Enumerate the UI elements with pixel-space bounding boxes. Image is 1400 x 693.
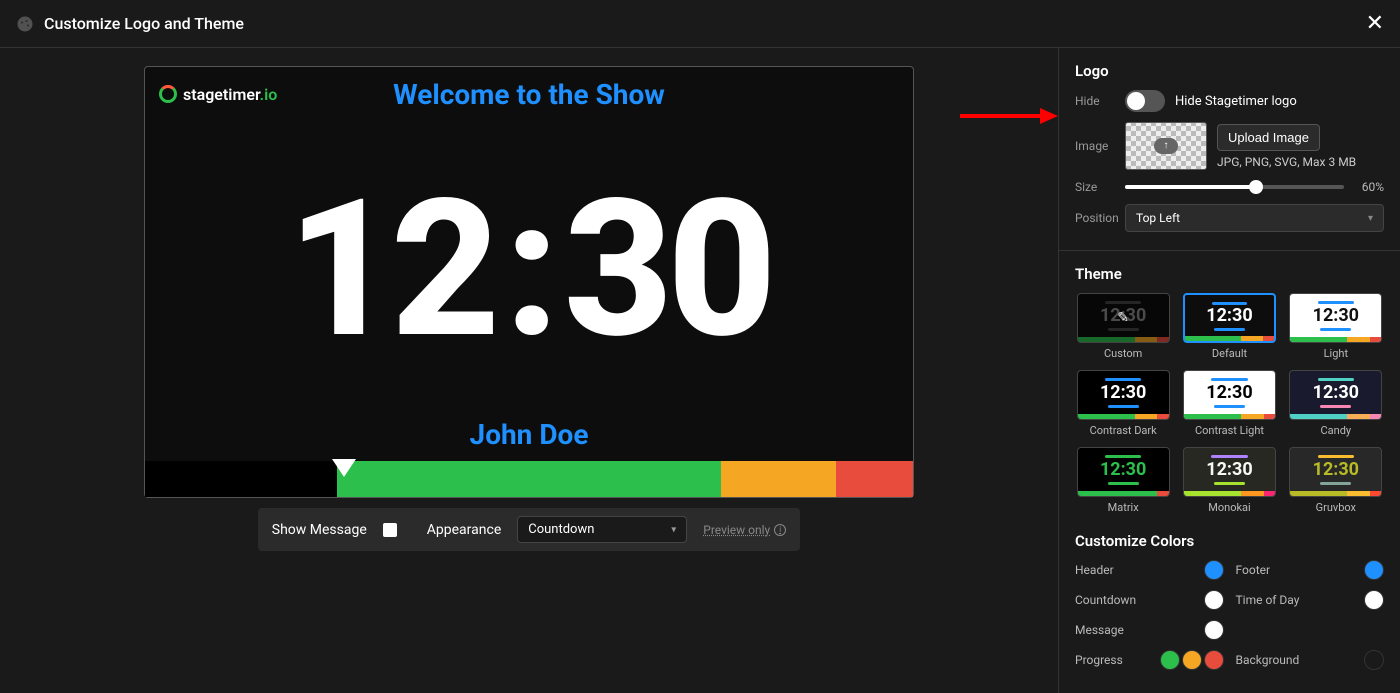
preview-progress-bar [145, 461, 913, 497]
color-row-progress: Progress [1075, 650, 1224, 670]
theme-name: Default [1212, 347, 1247, 360]
theme-option-contrast-light[interactable]: 12:30Contrast Light [1181, 370, 1277, 437]
timer-preview: stagetimer.io Welcome to the Show 12:30 … [144, 66, 914, 498]
time-seconds: 30 [564, 159, 771, 381]
appearance-value: Countdown [528, 522, 594, 537]
settings-panel: Logo Hide Hide Stagetimer logo Image Upl… [1058, 48, 1400, 693]
color-label: Progress [1075, 653, 1123, 667]
theme-option-monokai[interactable]: 12:30Monokai [1181, 447, 1277, 514]
logo-section-title: Logo [1075, 62, 1384, 80]
info-icon: i [774, 524, 786, 536]
chevron-down-icon: ▾ [1368, 213, 1373, 224]
theme-section-title: Theme [1075, 265, 1384, 283]
color-swatch[interactable] [1364, 650, 1384, 670]
modal-header: Customize Logo and Theme ✕ [0, 0, 1400, 48]
color-row-header: Header [1075, 560, 1224, 580]
color-swatch[interactable] [1364, 560, 1384, 580]
theme-option-custom[interactable]: 12:30✎Custom [1075, 293, 1171, 360]
position-select[interactable]: Top Left ▾ [1125, 204, 1384, 232]
color-label: Footer [1236, 563, 1271, 577]
modal-title: Customize Logo and Theme [44, 14, 244, 33]
colors-section-title: Customize Colors [1075, 532, 1384, 550]
image-dropzone[interactable] [1125, 122, 1207, 170]
theme-option-contrast-dark[interactable]: 12:30Contrast Dark [1075, 370, 1171, 437]
logo-section: Logo Hide Hide Stagetimer logo Image Upl… [1075, 62, 1384, 232]
theme-name: Candy [1321, 424, 1352, 437]
show-message-label: Show Message [272, 522, 367, 538]
preview-footer-text: John Doe [145, 418, 913, 461]
preview-time: 12:30 [287, 175, 771, 365]
color-swatch[interactable] [1204, 560, 1224, 580]
annotation-arrow [960, 108, 1058, 124]
theme-option-default[interactable]: 12:30Default [1181, 293, 1277, 360]
color-swatch[interactable] [1160, 650, 1180, 670]
position-value: Top Left [1136, 211, 1180, 225]
hide-logo-toggle-label: Hide Stagetimer logo [1175, 94, 1297, 109]
palette-icon [16, 15, 34, 33]
theme-name: Custom [1104, 347, 1142, 360]
theme-section: Theme 12:30✎Custom12:30Default12:30Light… [1075, 265, 1384, 514]
preview-area: stagetimer.io Welcome to the Show 12:30 … [0, 48, 1058, 693]
theme-option-matrix[interactable]: 12:30Matrix [1075, 447, 1171, 514]
upload-cloud-icon [1154, 138, 1178, 154]
position-label: Position [1075, 211, 1125, 225]
logo-suffix: .io [260, 85, 278, 104]
color-label: Header [1075, 563, 1114, 577]
color-row-footer: Footer [1236, 560, 1385, 580]
size-value: 60% [1344, 180, 1384, 194]
color-row-countdown: Countdown [1075, 590, 1224, 610]
upload-image-button[interactable]: Upload Image [1217, 124, 1320, 151]
color-label: Countdown [1075, 593, 1136, 607]
progress-caret-icon [332, 459, 356, 477]
colors-section: Customize Colors Header Footer Countdown Ti… [1075, 532, 1384, 670]
hide-label: Hide [1075, 94, 1125, 108]
theme-option-light[interactable]: 12:30Light [1288, 293, 1384, 360]
theme-option-gruvbox[interactable]: 12:30Gruvbox [1288, 447, 1384, 514]
color-swatch[interactable] [1204, 650, 1224, 670]
theme-name: Gruvbox [1316, 501, 1356, 514]
color-swatch[interactable] [1204, 590, 1224, 610]
theme-name: Contrast Light [1195, 424, 1264, 437]
theme-name: Matrix [1108, 501, 1139, 514]
color-row-time-of-day: Time of Day [1236, 590, 1385, 610]
preview-controls: Show Message Appearance Countdown ▾ Prev… [258, 508, 800, 551]
color-label: Time of Day [1236, 593, 1300, 607]
show-message-checkbox[interactable] [383, 523, 397, 537]
size-label: Size [1075, 180, 1125, 194]
chevron-down-icon: ▾ [671, 524, 676, 535]
preview-only-label[interactable]: Preview only i [703, 523, 786, 537]
theme-name: Monokai [1208, 501, 1250, 514]
appearance-label: Appearance [427, 522, 501, 538]
close-button[interactable]: ✕ [1366, 11, 1384, 36]
logo-spinner-icon [159, 85, 177, 103]
time-minutes: 12 [287, 159, 494, 381]
color-row-background: Background [1236, 650, 1385, 670]
color-label: Message [1075, 623, 1124, 637]
color-swatch[interactable] [1204, 620, 1224, 640]
color-row-message: Message [1075, 620, 1224, 640]
logo-text: stagetimer [183, 85, 260, 104]
theme-name: Contrast Dark [1090, 424, 1157, 437]
stagetimer-logo: stagetimer.io [159, 85, 277, 104]
edit-icon: ✎ [1078, 294, 1169, 342]
image-label: Image [1075, 139, 1125, 153]
preview-header-text: Welcome to the Show [393, 78, 665, 111]
color-label: Background [1236, 653, 1300, 667]
color-swatch[interactable] [1182, 650, 1202, 670]
theme-name: Light [1324, 347, 1348, 360]
color-swatch[interactable] [1364, 590, 1384, 610]
theme-option-candy[interactable]: 12:30Candy [1288, 370, 1384, 437]
size-slider[interactable] [1125, 185, 1344, 189]
upload-hint: JPG, PNG, SVG, Max 3 MB [1217, 155, 1356, 169]
hide-logo-toggle[interactable] [1125, 90, 1165, 112]
appearance-select[interactable]: Countdown ▾ [517, 516, 687, 543]
